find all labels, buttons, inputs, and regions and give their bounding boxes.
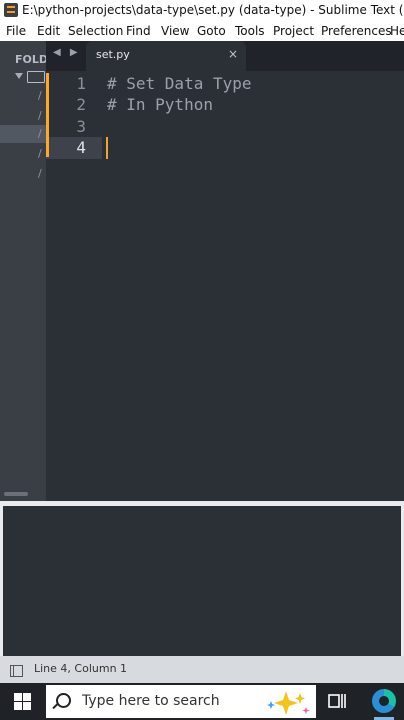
tab-set-py[interactable]: set.py × bbox=[86, 41, 246, 71]
menu-project[interactable]: Project bbox=[273, 21, 314, 41]
close-icon[interactable]: × bbox=[228, 47, 238, 61]
menu-goto[interactable]: Goto bbox=[197, 21, 226, 41]
edge-icon[interactable] bbox=[372, 689, 396, 713]
search-placeholder: Type here to search bbox=[82, 693, 220, 709]
window-title: E:\python-projects\data-type\set.py (dat… bbox=[22, 3, 404, 17]
menu-bar: File Edit Selection Find View Goto Tools… bbox=[0, 21, 404, 41]
menu-edit[interactable]: Edit bbox=[37, 21, 60, 41]
menu-file[interactable]: File bbox=[6, 21, 26, 41]
task-view-icon[interactable] bbox=[326, 691, 348, 711]
line-number: 2 bbox=[76, 95, 86, 114]
panel-toggle-icon[interactable] bbox=[10, 665, 23, 677]
taskbar: Type here to search bbox=[0, 683, 404, 720]
sidebar-item[interactable]: / bbox=[38, 167, 42, 180]
sidebar-item[interactable]: / bbox=[38, 147, 42, 160]
text-cursor bbox=[106, 137, 108, 159]
code-editor[interactable]: 1 2 3 4 # Set Data Type # In Python bbox=[46, 71, 404, 501]
code-line[interactable]: # Set Data Type bbox=[107, 74, 252, 93]
line-number: 4 bbox=[76, 138, 86, 157]
sidebar-item[interactable]: / bbox=[38, 127, 42, 140]
sidebar-item[interactable]: / bbox=[38, 109, 42, 122]
sidebar-scrollbar[interactable] bbox=[4, 492, 28, 496]
menu-view[interactable]: View bbox=[161, 21, 189, 41]
windows-logo-icon[interactable] bbox=[14, 693, 31, 710]
code-line[interactable]: # In Python bbox=[107, 95, 213, 114]
taskbar-search-box[interactable]: Type here to search bbox=[46, 685, 316, 718]
line-number: 3 bbox=[76, 117, 86, 136]
sparkle-icon bbox=[267, 691, 310, 715]
title-bar: E:\python-projects\data-type\set.py (dat… bbox=[0, 0, 404, 21]
menu-tools[interactable]: Tools bbox=[235, 21, 265, 41]
menu-preferences[interactable]: Preferences bbox=[321, 21, 392, 41]
menu-help[interactable]: Help bbox=[390, 21, 404, 41]
sidebar-header: FOLDERS bbox=[15, 53, 46, 66]
expand-arrow-icon[interactable] bbox=[15, 73, 23, 79]
menu-selection[interactable]: Selection bbox=[68, 21, 123, 41]
tab-nav-arrows-icon[interactable]: ◀ ▶ bbox=[53, 47, 81, 58]
menu-find[interactable]: Find bbox=[126, 21, 151, 41]
status-bar: Line 4, Column 1 bbox=[0, 656, 404, 683]
folder-icon bbox=[27, 71, 45, 83]
sidebar: FOLDERS / / / / / bbox=[0, 41, 46, 501]
output-panel[interactable] bbox=[3, 506, 401, 656]
sidebar-item[interactable]: / bbox=[38, 89, 42, 102]
search-icon bbox=[56, 693, 71, 708]
cursor-position: Line 4, Column 1 bbox=[34, 662, 128, 675]
tab-bar: ◀ ▶ set.py × bbox=[46, 41, 404, 71]
tab-label: set.py bbox=[96, 48, 130, 61]
sublime-text-icon bbox=[4, 3, 18, 17]
line-number: 1 bbox=[76, 74, 86, 93]
